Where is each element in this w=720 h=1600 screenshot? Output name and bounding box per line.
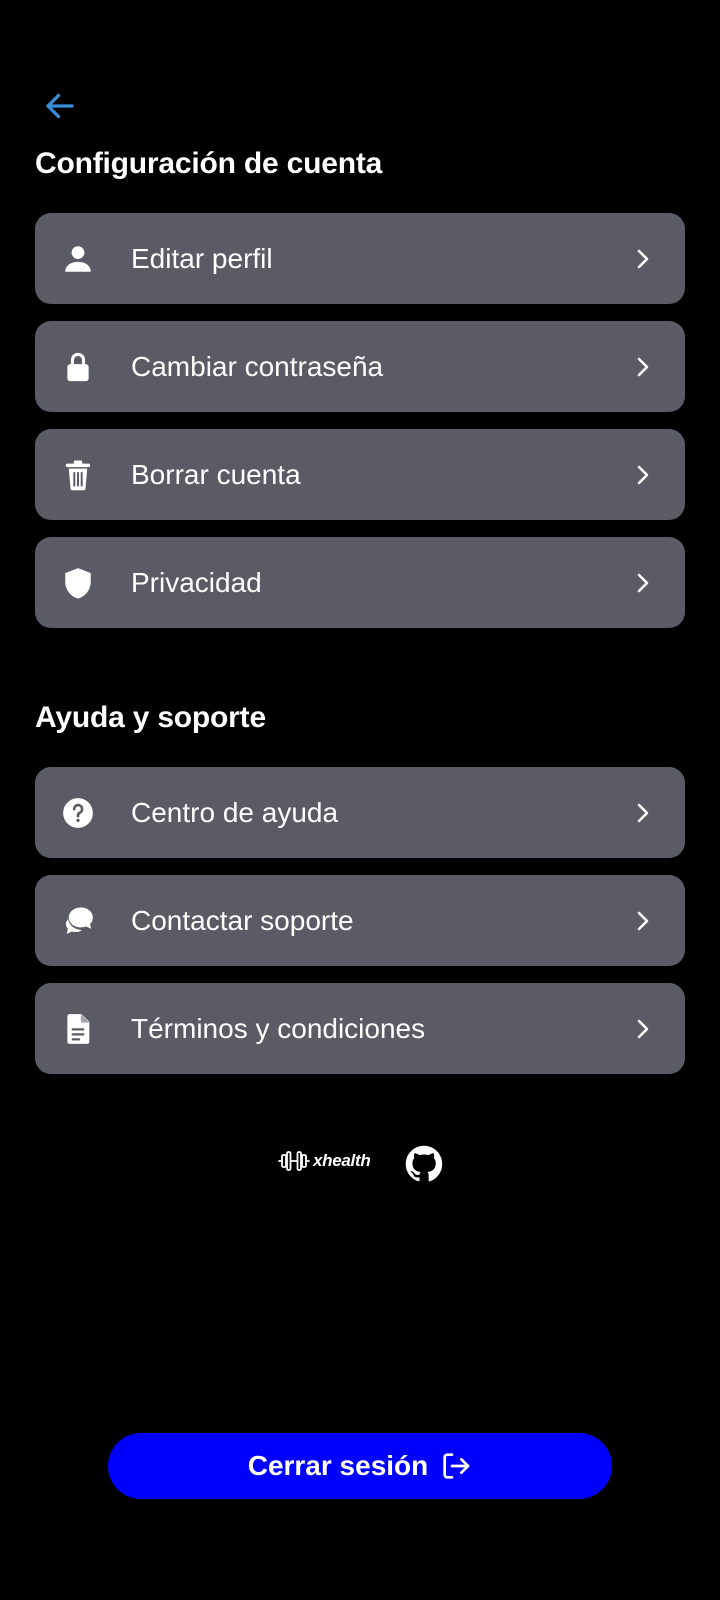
terms-item[interactable]: Términos y condiciones [35, 983, 685, 1074]
help-support-menu: Centro de ayuda Contactar soporte Términ… [35, 767, 685, 1091]
chevron-right-icon [631, 463, 655, 487]
help-section-title: Ayuda y soporte [35, 701, 266, 734]
footer-logos: xhealth [0, 1145, 720, 1185]
trash-icon [61, 458, 95, 492]
github-link[interactable] [405, 1145, 443, 1183]
github-icon [405, 1145, 443, 1182]
shield-icon [61, 566, 95, 600]
logout-label: Cerrar sesión [247, 1450, 429, 1481]
edit-profile-item[interactable]: Editar perfil [35, 213, 685, 304]
chevron-right-icon [631, 1017, 655, 1041]
chevron-right-icon [631, 355, 655, 379]
account-section-title: Configuración de cuenta [35, 147, 383, 180]
chat-bubbles-icon [61, 904, 95, 938]
person-icon [61, 242, 95, 276]
privacy-item[interactable]: Privacidad [35, 537, 685, 628]
logout-button[interactable]: Cerrar sesión [108, 1433, 612, 1499]
lock-icon [61, 350, 95, 384]
help-center-item[interactable]: Centro de ayuda [35, 767, 685, 858]
account-settings-menu: Editar perfil Cambiar contraseña Borrar … [35, 213, 685, 645]
delete-account-label: Borrar cuenta [131, 458, 301, 490]
change-password-label: Cambiar contraseña [131, 350, 384, 382]
contact-support-item[interactable]: Contactar soporte [35, 875, 685, 966]
xhealth-logo: xhealth [278, 1149, 371, 1173]
chevron-right-icon [631, 801, 655, 825]
help-center-label: Centro de ayuda [131, 796, 339, 828]
terms-label: Términos y condiciones [131, 1012, 426, 1044]
change-password-item[interactable]: Cambiar contraseña [35, 321, 685, 412]
chevron-right-icon [631, 909, 655, 933]
delete-account-item[interactable]: Borrar cuenta [35, 429, 685, 520]
back-button[interactable] [40, 86, 80, 126]
dumbbell-icon [278, 1151, 310, 1171]
privacy-label: Privacidad [131, 566, 262, 598]
edit-profile-label: Editar perfil [131, 242, 273, 274]
chevron-right-icon [631, 571, 655, 595]
document-icon [61, 1012, 95, 1046]
chevron-right-icon [631, 247, 655, 271]
logout-icon [443, 1453, 470, 1479]
contact-support-label: Contactar soporte [131, 904, 354, 936]
arrow-left-icon [46, 93, 74, 119]
xhealth-wordmark: xhealth [313, 1151, 371, 1170]
help-circle-icon [61, 796, 95, 830]
